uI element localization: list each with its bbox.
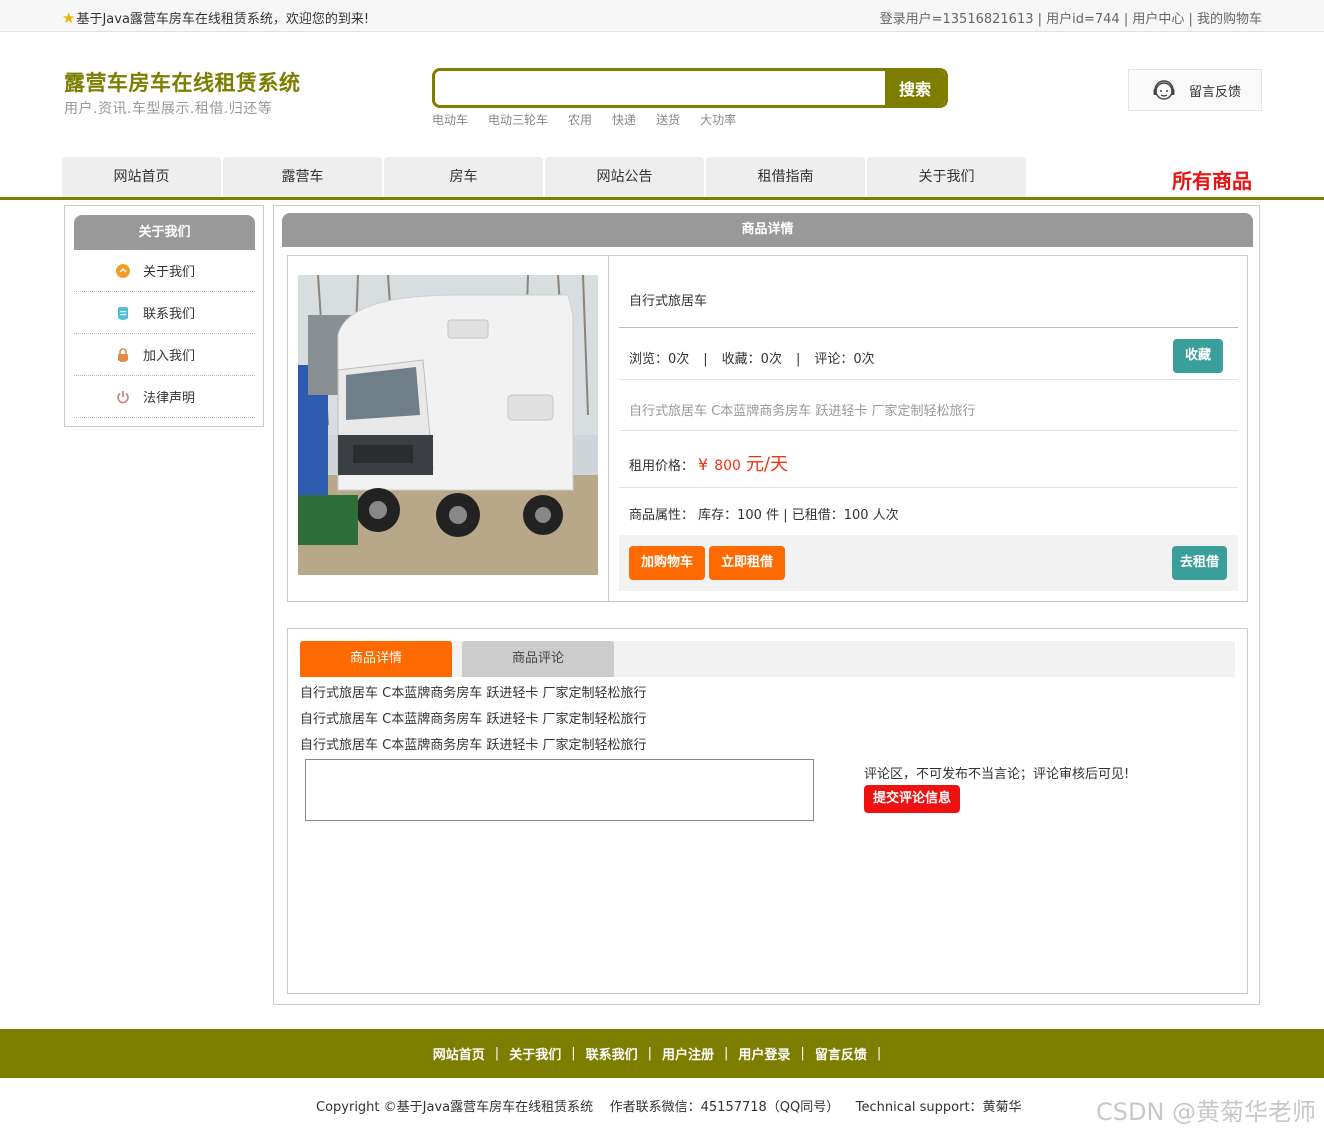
comment-notice: 评论区，不可发布不当言论；评论审核后可见! (864, 767, 1130, 782)
price-unit: 元/天 (745, 454, 789, 475)
site-title: 露营车房车在线租赁系统 (64, 71, 301, 95)
product-image[interactable] (298, 275, 598, 575)
hot-search-words: 电动车 电动三轮车 农用 快递 送货 大功率 (432, 111, 736, 128)
detail-content: 自行式旅居车 C本蓝牌商务房车 跃进轻卡 厂家定制轻松旅行 自行式旅居车 C本蓝… (300, 681, 646, 759)
product-stats: 浏览：0次 | 收藏：0次 | 评论：0次 (629, 352, 875, 367)
search-button[interactable]: 搜索 (885, 71, 945, 105)
nav-item-notice[interactable]: 网站公告 (545, 157, 704, 197)
nav-item-home[interactable]: 网站首页 (62, 157, 221, 197)
hotword-link[interactable]: 送货 (656, 111, 680, 128)
welcome-text: 基于Java露营车房车在线租赁系统，欢迎您的到来! (76, 12, 370, 27)
detail-line: 自行式旅居车 C本蓝牌商务房车 跃进轻卡 厂家定制轻松旅行 (300, 712, 647, 727)
footer-separator: | (724, 1046, 729, 1061)
comments-count: 评论：0次 (814, 352, 875, 367)
user-links-text[interactable]: 登录用户=13516821613 | 用户id=744 | 用户中心 | 我的购… (880, 12, 1262, 27)
footer-link-login[interactable]: 用户登录 (738, 1044, 790, 1063)
footer-link-register[interactable]: 用户注册 (662, 1044, 714, 1063)
row-divider (619, 430, 1238, 431)
price-currency: ¥ (698, 455, 709, 474)
nav-item-about[interactable]: 关于我们 (867, 157, 1026, 197)
product-attributes: 商品属性： 库存：100 件 | 已租借：100 人次 (629, 508, 899, 523)
main-nav: 网站首页 露营车 房车 网站公告 租借指南 关于我们 (62, 157, 1028, 197)
detail-line: 自行式旅居车 C本蓝牌商务房车 跃进轻卡 厂家定制轻松旅行 (300, 738, 647, 753)
hotword-link[interactable]: 快递 (612, 111, 636, 128)
go-rent-button[interactable]: 去租借 (1172, 546, 1227, 580)
row-divider (619, 327, 1238, 328)
tab-strip: 商品详情 商品评论 (300, 641, 1235, 677)
hotword-link[interactable]: 电动车 (432, 111, 468, 128)
hotword-link[interactable]: 农用 (568, 111, 592, 128)
feedback-button[interactable]: 留言反馈 (1128, 69, 1262, 111)
footer-link-feedback[interactable]: 留言反馈 (815, 1044, 867, 1063)
all-goods-link[interactable]: 所有商品 (1172, 165, 1252, 194)
favorite-button[interactable]: 收藏 (1173, 339, 1223, 373)
nav-item-rv[interactable]: 房车 (384, 157, 543, 197)
submit-comment-button[interactable]: 提交评论信息 (864, 785, 960, 813)
lock-icon (118, 347, 128, 362)
price-row: 租用价格： ¥ 800 元/天 (629, 450, 788, 476)
sidebar-item-legal[interactable]: 法律声明 (74, 376, 255, 418)
vertical-divider (608, 256, 609, 601)
product-detail-box: 自行式旅居车 浏览：0次 | 收藏：0次 | 评论：0次 收藏 自行式旅居车 C本蓝牌商… (287, 255, 1248, 602)
footer-separator: | (571, 1046, 576, 1061)
footer-separator: | (800, 1046, 805, 1061)
nav-item-guide[interactable]: 租借指南 (706, 157, 865, 197)
footer-link-about[interactable]: 关于我们 (509, 1044, 561, 1063)
search-input[interactable] (435, 71, 885, 105)
comment-input[interactable] (305, 759, 814, 821)
clipboard-icon (118, 306, 128, 320)
welcome-message: ★ 基于Java露营车房车在线租赁系统，欢迎您的到来! (62, 8, 369, 27)
product-tabs-box: 商品详情 商品评论 自行式旅居车 C本蓝牌商务房车 跃进轻卡 厂家定制轻松旅行 … (287, 628, 1248, 994)
hotword-link[interactable]: 大功率 (700, 111, 736, 128)
sidebar-item-contact[interactable]: 联系我们 (74, 292, 255, 334)
feedback-label: 留言反馈 (1189, 84, 1242, 100)
power-icon (117, 390, 129, 403)
hotword-link[interactable]: 电动三轮车 (488, 111, 548, 128)
row-divider (619, 379, 1238, 380)
footer-separator: | (494, 1046, 500, 1061)
nav-item-camper[interactable]: 露营车 (223, 157, 382, 197)
views-count: 浏览：0次 (629, 352, 690, 367)
row-divider (619, 487, 1238, 488)
footer-link-contact[interactable]: 联系我们 (586, 1044, 638, 1063)
product-name: 自行式旅居车 (629, 294, 708, 309)
tab-comments[interactable]: 商品评论 (462, 641, 614, 677)
sidebar: 关于我们 关于我们 联系我们 加入我们 法律声明 (64, 205, 264, 427)
detail-line: 自行式旅居车 C本蓝牌商务房车 跃进轻卡 厂家定制轻松旅行 (300, 686, 647, 701)
sidebar-item-label: 联系我们 (143, 307, 196, 322)
customer-service-icon (1153, 80, 1175, 100)
favorites-count: 收藏：0次 (721, 352, 782, 367)
panel-title: 商品详情 (282, 213, 1253, 247)
sidebar-item-label: 法律声明 (143, 391, 196, 406)
star-icon: ★ (62, 8, 76, 27)
user-links[interactable]: 登录用户=13516821613 | 用户id=744 | 用户中心 | 我的购… (880, 8, 1262, 27)
main-panel: 商品详情 自行式旅居车 浏览：0次 | 收藏：0次 | 评论：0次 收藏 自行式… (273, 205, 1260, 1005)
footer-separator: | (876, 1046, 882, 1061)
tab-details[interactable]: 商品详情 (300, 641, 452, 677)
footer-separator: | (647, 1046, 652, 1061)
copyright-text: Copyright ©基于Java露营车房车在线租赁系统 作者联系微信：4515… (316, 1100, 1022, 1115)
rent-now-button[interactable]: 立即租借 (709, 546, 785, 580)
site-subtitle: 用户.资讯.车型展示.租借.归还等 (64, 101, 273, 117)
action-bar: 加购物车 立即租借 去租借 (619, 535, 1238, 591)
sidebar-item-join[interactable]: 加入我们 (74, 334, 255, 376)
price-label: 租用价格： (629, 459, 695, 474)
sidebar-item-label: 加入我们 (143, 349, 196, 364)
orange-circle-icon (116, 263, 130, 278)
sidebar-item-label: 关于我们 (143, 265, 196, 280)
sidebar-title: 关于我们 (74, 215, 255, 250)
search-box: 搜索 (432, 68, 948, 108)
footer-links: 网站首页 | 关于我们 | 联系我们 | 用户注册 | 用户登录 | 留言反馈 | (0, 1029, 1324, 1078)
price-value: 800 (714, 458, 741, 474)
nav-divider (0, 197, 1324, 200)
footer-link-home[interactable]: 网站首页 (433, 1044, 485, 1063)
add-to-cart-button[interactable]: 加购物车 (629, 546, 705, 580)
product-description: 自行式旅居车 C本蓝牌商务房车 跃进轻卡 厂家定制轻松旅行 (629, 404, 976, 419)
sidebar-item-about[interactable]: 关于我们 (74, 250, 255, 292)
watermark: CSDN @黄菊华老师 (1096, 1098, 1317, 1126)
top-bar: ★ 基于Java露营车房车在线租赁系统，欢迎您的到来! 登录用户=1351682… (0, 0, 1324, 32)
